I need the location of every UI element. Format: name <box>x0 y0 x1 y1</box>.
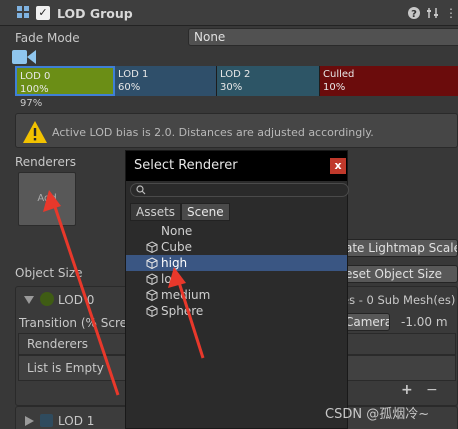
renderer-option-cube[interactable]: Cube <box>126 239 347 255</box>
fade-mode-dropdown[interactable]: None <box>188 28 458 46</box>
lod0-title: LOD 0 <box>58 293 95 307</box>
lod0-color-swatch <box>40 292 54 306</box>
lod-segment-2[interactable]: LOD 2 30% <box>217 66 320 96</box>
renderer-option-label: high <box>161 256 188 270</box>
lod1-title: LOD 1 <box>58 414 95 428</box>
lod-bias-warning: Active LOD bias is 2.0. Distances are ad… <box>15 113 458 148</box>
popup-title: Select Renderer <box>126 151 347 181</box>
recalculate-lightmap-scale-button[interactable]: ate Lightmap Scale <box>340 239 458 257</box>
gameobject-icon <box>146 305 158 317</box>
kebab-menu-icon[interactable]: ⋮ <box>444 6 458 20</box>
lod-segment-2-name: LOD 2 <box>220 69 251 80</box>
tab-scene[interactable]: Scene <box>181 203 230 221</box>
component-title: LOD Group <box>57 6 133 21</box>
lod1-color-swatch <box>40 414 53 427</box>
lod-segment-2-percent: 30% <box>220 82 243 93</box>
lod-segment-culled-percent: 10% <box>323 82 346 93</box>
svg-text:?: ? <box>411 9 417 20</box>
search-icon <box>136 185 146 195</box>
renderer-option-none[interactable]: None <box>126 223 347 239</box>
lod-segment-1[interactable]: LOD 1 60% <box>115 66 217 96</box>
lod-segment-culled-name: Culled <box>323 69 355 80</box>
camera-percent: 97% <box>20 98 43 109</box>
remove-list-item-button[interactable]: − <box>426 382 438 398</box>
warning-text: Active LOD bias is 2.0. Distances are ad… <box>52 126 374 139</box>
lod-segment-0-name: LOD 0 <box>20 71 51 82</box>
gameobject-icon <box>146 241 158 253</box>
preset-icon[interactable] <box>426 6 440 20</box>
watermark: CSDN @孤烟冷~ <box>325 407 430 422</box>
gameobject-icon <box>146 289 158 301</box>
tab-assets[interactable]: Assets <box>130 203 182 221</box>
lod-segment-0-percent: 100% <box>20 84 49 95</box>
lod-segment-culled[interactable]: Culled 10% <box>320 66 458 96</box>
renderer-option-medium[interactable]: medium <box>126 287 347 303</box>
renderer-option-label: None <box>161 224 193 238</box>
lod0-submesh-info: es - 0 Sub Mesh(es) <box>342 293 456 307</box>
camera-icon[interactable] <box>12 48 36 66</box>
gameobject-icon <box>146 273 158 285</box>
renderer-option-label: medium <box>161 288 211 302</box>
add-renderer-button[interactable]: Add <box>18 172 76 226</box>
renderer-option-high[interactable]: high <box>126 255 347 271</box>
renderer-option-low[interactable]: low <box>126 271 347 287</box>
transition-label: Transition (% Scree <box>19 316 135 330</box>
lod0-foldout-icon[interactable] <box>24 295 34 305</box>
component-header[interactable]: ✓ LOD Group ? ⋮ <box>0 0 458 26</box>
lod-segment-1-percent: 60% <box>118 82 141 93</box>
renderers-label: Renderers <box>15 155 77 169</box>
list-empty-text: List is Empty <box>27 361 104 375</box>
renderer-option-label: Sphere <box>161 304 204 318</box>
add-list-item-button[interactable]: + <box>401 382 413 398</box>
lod-segment-0[interactable]: LOD 0 100% <box>15 66 115 96</box>
lod-bar[interactable]: LOD 0 100% LOD 1 60% LOD 2 30% Culled 10… <box>15 66 458 96</box>
enabled-checkbox[interactable]: ✓ <box>36 6 50 20</box>
inspector-root: ✓ LOD Group ? ⋮ Fade Mode None LOD 0 100… <box>0 0 458 429</box>
gameobject-icon <box>146 257 158 269</box>
help-icon[interactable]: ? <box>407 6 421 20</box>
fade-mode-label: Fade Mode <box>15 31 80 45</box>
lod-segment-1-name: LOD 1 <box>118 69 149 80</box>
lod1-foldout-icon[interactable] <box>25 416 34 426</box>
renderer-option-sphere[interactable]: Sphere <box>126 303 347 319</box>
reset-object-size-button[interactable]: eset Object Size <box>340 265 458 283</box>
select-renderer-popup: Select Renderer x Assets Scene None Cube… <box>125 150 349 429</box>
popup-search-input[interactable] <box>130 183 349 197</box>
renderer-option-label: Cube <box>161 240 192 254</box>
camera-distance: -1.00 m <box>401 315 448 329</box>
lod0-renderers-title: Renderers <box>27 337 89 351</box>
object-size-label: Object Size <box>15 266 83 280</box>
popup-close-button[interactable]: x <box>330 158 346 174</box>
lod-group-icon <box>17 6 29 18</box>
warning-icon <box>23 121 47 143</box>
renderer-option-label: low <box>161 272 182 286</box>
